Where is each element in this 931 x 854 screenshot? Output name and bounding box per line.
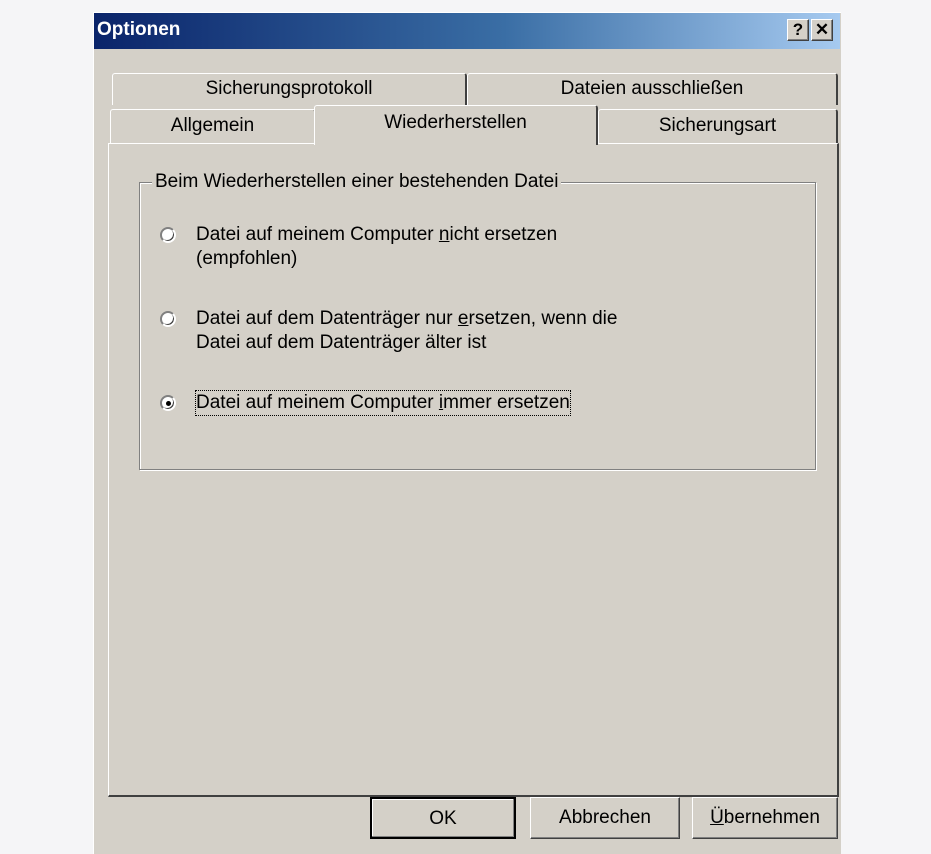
radio-label: Datei auf meinem Computer nicht ersetzen… (196, 223, 557, 271)
close-button[interactable]: ✕ (811, 19, 833, 41)
radio-label: Datei auf dem Datenträger nur ersetzen, … (196, 307, 617, 355)
label-text: rsetzen, wenn die (468, 308, 618, 329)
button-label: OK (429, 808, 457, 829)
mnemonic: Ü (710, 807, 724, 828)
title-bar[interactable]: Optionen ? ✕ (94, 13, 840, 49)
radio-button[interactable] (160, 311, 176, 327)
button-label: bernehmen (723, 807, 820, 828)
label-text: icht ersetzen (449, 224, 558, 245)
tab-dateien-ausschliessen[interactable]: Dateien ausschließen (467, 73, 838, 105)
tab-label: Allgemein (170, 115, 255, 136)
radio-button-selected[interactable] (160, 395, 176, 411)
ok-button[interactable]: OK (370, 797, 516, 839)
label-text: Datei auf meinem Computer (196, 224, 439, 245)
mnemonic: e (457, 308, 469, 329)
tab-label: Sicherungsprotokoll (205, 78, 373, 99)
close-icon: ✕ (814, 20, 830, 39)
help-icon: ? (792, 20, 804, 39)
radio-button[interactable] (160, 227, 176, 243)
window-title: Optionen (97, 19, 181, 40)
options-dialog: Optionen ? ✕ Sicherungsprotokoll Dateien… (93, 12, 841, 854)
tab-label: Wiederherstellen (384, 112, 527, 133)
mnemonic: n (438, 224, 450, 245)
tab-label: Dateien ausschließen (560, 78, 744, 99)
label-text-line2: (empfohlen) (196, 248, 298, 269)
restore-groupbox: Beim Wiederherstellen einer bestehenden … (139, 171, 816, 470)
help-button[interactable]: ? (787, 19, 809, 41)
tab-panel: Beim Wiederherstellen einer bestehenden … (108, 143, 839, 797)
button-label: Abbrechen (559, 807, 651, 828)
radio-label: Datei auf meinem Computer immer ersetzen (195, 390, 571, 416)
tab-wiederherstellen[interactable]: Wiederherstellen (314, 105, 598, 145)
label-text: mmer ersetzen (443, 392, 570, 413)
group-title: Beim Wiederherstellen einer bestehenden … (152, 171, 562, 193)
label-text: Datei auf dem Datenträger nur (196, 308, 458, 329)
label-text-line2: Datei auf dem Datenträger älter ist (196, 332, 487, 353)
tab-sicherungsprotokoll[interactable]: Sicherungsprotokoll (112, 73, 467, 105)
tab-label: Sicherungsart (658, 115, 777, 136)
apply-button[interactable]: Übernehmen (692, 797, 838, 839)
label-text: Datei auf meinem Computer (196, 392, 439, 413)
tab-allgemein[interactable]: Allgemein (110, 109, 316, 143)
tab-sicherungsart[interactable]: Sicherungsart (598, 109, 838, 143)
cancel-button[interactable]: Abbrechen (530, 797, 680, 839)
